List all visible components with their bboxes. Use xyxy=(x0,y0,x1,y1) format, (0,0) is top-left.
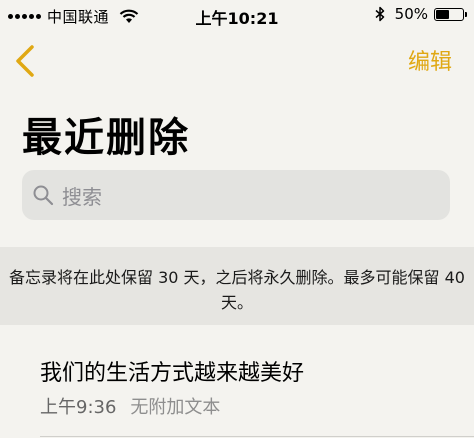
battery-icon xyxy=(434,7,467,21)
status-bar: 中国联通 上午10:21 50% xyxy=(0,0,474,30)
edit-button[interactable]: 编辑 xyxy=(408,44,452,76)
note-time: 上午9:36 xyxy=(40,397,117,418)
note-preview: 无附加文本 xyxy=(130,397,221,418)
retention-info-text: 备忘录将在此处保留 30 天，之后将永久删除。最多可能保留 40 天。 xyxy=(9,268,465,312)
battery-percent: 50% xyxy=(394,5,428,23)
search-placeholder: 搜索 xyxy=(62,184,102,209)
page-title: 最近删除 xyxy=(22,115,190,161)
search-icon xyxy=(33,185,54,206)
list-item[interactable]: 我们的生活方式越来越美好 上午9:36 无附加文本 xyxy=(0,345,474,438)
status-right: 50% xyxy=(375,5,467,23)
search-input[interactable]: 搜索 xyxy=(22,170,450,220)
bluetooth-icon xyxy=(375,6,384,22)
battery-fill xyxy=(436,9,449,19)
back-button[interactable] xyxy=(12,44,40,78)
note-title: 我们的生活方式越来越美好 xyxy=(40,361,305,386)
row-divider xyxy=(40,436,474,437)
chevron-left-icon xyxy=(16,45,34,77)
note-meta: 上午9:36 无附加文本 xyxy=(40,393,220,419)
info-banner: 备忘录将在此处保留 30 天，之后将永久删除。最多可能保留 40 天。 xyxy=(0,247,474,325)
